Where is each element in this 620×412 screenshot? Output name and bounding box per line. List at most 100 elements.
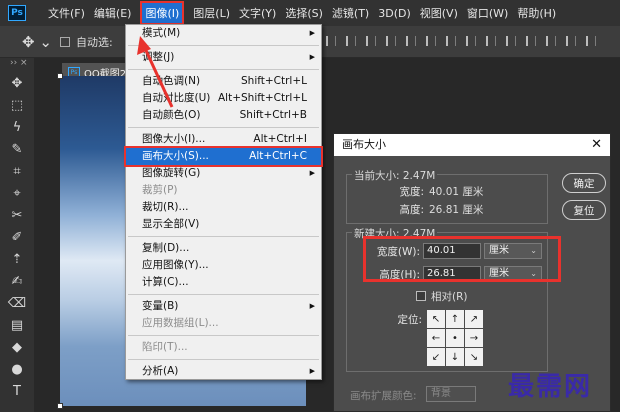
- menu-file[interactable]: 文件(F): [48, 5, 85, 21]
- healing-brush-icon[interactable]: ✂: [0, 204, 34, 226]
- menu-help[interactable]: 帮助(H): [517, 5, 556, 21]
- align-top-icon[interactable]: [386, 36, 396, 46]
- image-menu-item[interactable]: 裁切(R)...: [126, 199, 321, 216]
- lasso-icon[interactable]: ϟ: [0, 116, 34, 138]
- image-menu-item[interactable]: 计算(C)...: [126, 274, 321, 291]
- image-menu-item-label: 分析(A): [142, 365, 179, 377]
- menu-image[interactable]: 图像(I): [140, 1, 185, 25]
- image-menu-item[interactable]: 分析(A) ▶: [126, 363, 321, 380]
- brush-icon[interactable]: ✐: [0, 226, 34, 248]
- anchor-e-icon[interactable]: →: [465, 329, 483, 347]
- transform-handle[interactable]: [57, 403, 63, 409]
- menu-view[interactable]: 视图(V): [420, 5, 458, 21]
- anchor-w-icon[interactable]: ←: [427, 329, 445, 347]
- align-left-icon[interactable]: [326, 36, 336, 46]
- menu-filter[interactable]: 滤镜(T): [332, 5, 369, 21]
- menu-layer[interactable]: 图层(L): [193, 5, 230, 21]
- annotation-box: [363, 236, 561, 282]
- image-menu-item: 裁剪(P): [126, 182, 321, 199]
- image-menu-item-label: 图像旋转(G): [142, 167, 201, 179]
- crop-icon[interactable]: ⌗: [0, 160, 34, 182]
- menu-window[interactable]: 窗口(W): [467, 5, 508, 21]
- ok-button[interactable]: 确定: [562, 173, 606, 193]
- image-menu-item[interactable]: 画布大小(S)... Alt+Ctrl+C: [124, 146, 323, 167]
- anchor-s-icon[interactable]: ↓: [446, 348, 464, 366]
- relative-label: 相对(R): [431, 291, 468, 303]
- menu-select[interactable]: 选择(S): [285, 5, 323, 21]
- anchor-se-icon[interactable]: ↘: [465, 348, 483, 366]
- image-menu-item[interactable]: 模式(M) ▶: [126, 25, 321, 42]
- anchor-grid: ↖ ↑ ↗ ← • → ↙ ↓ ↘: [427, 310, 483, 366]
- blur-icon[interactable]: ◆: [0, 336, 34, 358]
- auto-align-icon[interactable]: [566, 36, 576, 46]
- menu-separator: [128, 236, 319, 237]
- image-menu-item-label: 画布大小(S)...: [142, 150, 209, 162]
- image-menu-item: 陷印(T)...: [126, 339, 321, 356]
- image-menu-item[interactable]: 显示全部(V): [126, 216, 321, 233]
- gradient-icon[interactable]: ▤: [0, 314, 34, 336]
- menu-type[interactable]: 文字(Y): [239, 5, 276, 21]
- 3d-mode-icon[interactable]: [586, 36, 596, 46]
- relative-checkbox[interactable]: [416, 291, 426, 301]
- image-menu-item-shortcut: Shift+Ctrl+B: [239, 109, 307, 121]
- reset-button[interactable]: 复位: [562, 200, 606, 220]
- current-size-label: 当前大小: 2.47M: [352, 168, 438, 183]
- distribute-top-icon[interactable]: [446, 36, 456, 46]
- image-menu-item[interactable]: 自动色调(N) Shift+Ctrl+L: [126, 73, 321, 90]
- anchor-sw-icon[interactable]: ↙: [427, 348, 445, 366]
- align-bottom-icon[interactable]: [426, 36, 436, 46]
- image-menu-item[interactable]: 图像大小(I)... Alt+Ctrl+I: [126, 131, 321, 148]
- anchor-nw-icon[interactable]: ↖: [427, 310, 445, 328]
- menu-3d[interactable]: 3D(D): [378, 7, 411, 20]
- anchor-n-icon[interactable]: ↑: [446, 310, 464, 328]
- current-height-label: 高度:: [399, 204, 424, 216]
- current-width-label: 宽度:: [399, 186, 424, 198]
- auto-select-checkbox[interactable]: [60, 37, 70, 47]
- image-menu-item[interactable]: 自动对比度(U) Alt+Shift+Ctrl+L: [126, 90, 321, 107]
- tools-panel-header[interactable]: ›› ×: [0, 58, 34, 72]
- current-width-value: 40.01 厘米: [429, 186, 484, 198]
- extension-color-select[interactable]: 背景: [426, 386, 476, 402]
- distribute-center-icon[interactable]: [526, 36, 536, 46]
- history-brush-icon[interactable]: ✍: [0, 270, 34, 292]
- menu-bar: Ps 文件(F) 编辑(E) 图像(I) 图层(L) 文字(Y) 选择(S) 滤…: [0, 0, 620, 26]
- align-center-icon[interactable]: [346, 36, 356, 46]
- clone-stamp-icon[interactable]: ⇡: [0, 248, 34, 270]
- anchor-center-icon[interactable]: •: [446, 329, 464, 347]
- submenu-arrow-icon: ▶: [309, 53, 315, 61]
- image-menu-item-label: 陷印(T)...: [142, 341, 188, 353]
- align-right-icon[interactable]: [366, 36, 376, 46]
- image-menu-item[interactable]: 调整(J) ▶: [126, 49, 321, 66]
- menu-edit[interactable]: 编辑(E): [94, 5, 132, 21]
- move-tool-icon[interactable]: ✥ ⌄: [22, 33, 52, 51]
- dialog-title-bar: 画布大小 ✕: [334, 134, 610, 156]
- distribute-middle-icon[interactable]: [466, 36, 476, 46]
- image-menu-item[interactable]: 自动颜色(O) Shift+Ctrl+B: [126, 107, 321, 124]
- type-icon[interactable]: T: [0, 380, 34, 402]
- anchor-ne-icon[interactable]: ↗: [465, 310, 483, 328]
- image-menu-item-label: 显示全部(V): [142, 218, 200, 230]
- image-menu-item[interactable]: 应用图像(Y)...: [126, 257, 321, 274]
- extension-color-label: 画布扩展颜色:: [350, 390, 417, 402]
- distribute-bottom-icon[interactable]: [486, 36, 496, 46]
- menu-separator: [128, 69, 319, 70]
- magic-wand-icon[interactable]: ✎: [0, 138, 34, 160]
- move-icon[interactable]: ✥: [0, 72, 34, 94]
- image-menu-item-label: 变量(B): [142, 300, 179, 312]
- dodge-icon[interactable]: ●: [0, 358, 34, 380]
- tools-panel: ›› × ✥ ⬚ ϟ ✎ ⌗ ⌖ ✂ ✐ ⇡ ✍ ⌫ ▤ ◆ ● T: [0, 58, 34, 412]
- image-menu-item[interactable]: 复制(D)...: [126, 240, 321, 257]
- eyedropper-icon[interactable]: ⌖: [0, 182, 34, 204]
- align-middle-icon[interactable]: [406, 36, 416, 46]
- distribute-left-icon[interactable]: [506, 36, 516, 46]
- close-icon[interactable]: ✕: [591, 134, 602, 156]
- image-menu-item-label: 自动对比度(U): [142, 92, 211, 104]
- transform-handle[interactable]: [57, 73, 63, 79]
- image-menu-item-label: 裁剪(P): [142, 184, 178, 196]
- image-menu-item[interactable]: 图像旋转(G) ▶: [126, 165, 321, 182]
- eraser-icon[interactable]: ⌫: [0, 292, 34, 314]
- distribute-right-icon[interactable]: [546, 36, 556, 46]
- marquee-icon[interactable]: ⬚: [0, 94, 34, 116]
- image-menu-item[interactable]: 变量(B) ▶: [126, 298, 321, 315]
- image-menu-item-label: 裁切(R)...: [142, 201, 189, 213]
